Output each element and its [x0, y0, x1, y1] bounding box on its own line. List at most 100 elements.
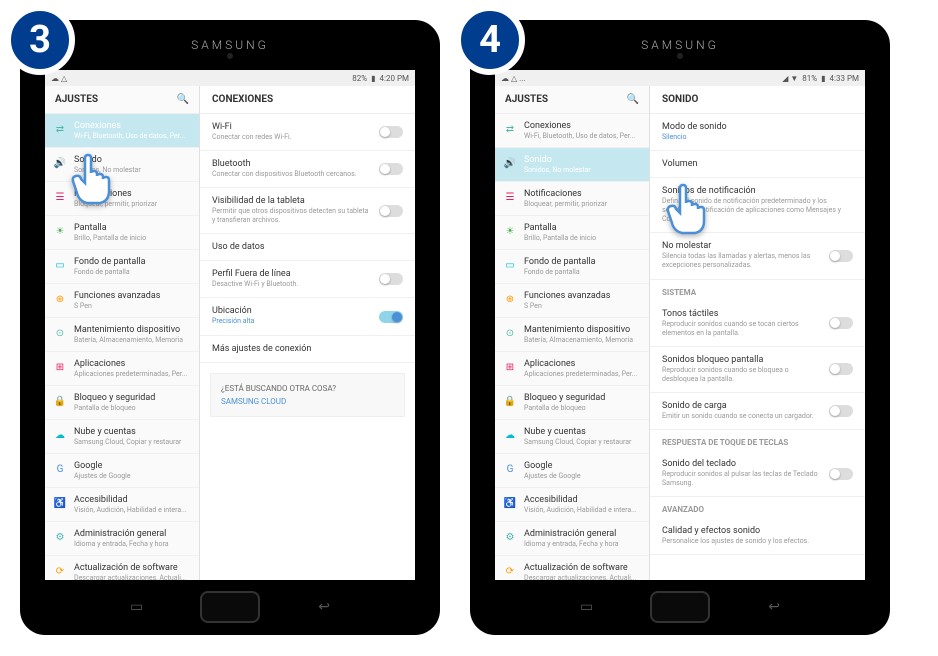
toggle-switch[interactable] [379, 126, 403, 138]
detail-item-más-ajustes-de-conexión[interactable]: Más ajustes de conexión [200, 336, 415, 363]
detail-item-ubicación[interactable]: UbicaciónPrecisión alta [200, 298, 415, 335]
sidebar-item-bloqueo-y-seguridad[interactable]: 🔒 Bloqueo y seguridad Pantalla de bloque… [45, 386, 199, 420]
detail-item-no-molestar[interactable]: No molestarSilencia todas las llamadas y… [650, 233, 865, 279]
menu-item-title: Google [74, 461, 191, 471]
sidebar-item-aplicaciones[interactable]: ⊞ Aplicaciones Aplicaciones predetermina… [45, 352, 199, 386]
detail-item-visibilidad-de-la-tableta[interactable]: Visibilidad de la tabletaPermitir que ot… [200, 188, 415, 234]
menu-text: Pantalla Brillo, Pantalla de inicio [74, 223, 191, 242]
menu-icon: ⚙ [503, 530, 517, 544]
menu-text: Bloqueo y seguridad Pantalla de bloqueo [524, 393, 641, 412]
menu-icon: 🔒 [503, 394, 517, 408]
menu-text: Funciones avanzadas S Pen [524, 291, 641, 310]
sidebar-item-pantalla[interactable]: ☀ Pantalla Brillo, Pantalla de inicio [45, 216, 199, 250]
toggle-switch[interactable] [829, 250, 853, 262]
detail-item-modo-de-sonido[interactable]: Modo de sonidoSilencio [650, 114, 865, 151]
nav-back-icon[interactable]: ↩ [768, 599, 780, 615]
detail-item-wi-fi[interactable]: Wi-FiConectar con redes Wi-Fi. [200, 114, 415, 151]
detail-item-sonidos-de-notificación[interactable]: Sonidos de notificaciónDefina el sonido … [650, 178, 865, 233]
detail-item-sonido-del-teclado[interactable]: Sonido del tecladoReproducir sonidos al … [650, 451, 865, 497]
menu-item-title: Conexiones [74, 121, 191, 131]
detail-item-tonos-táctiles[interactable]: Tonos táctilesReproducir sonidos cuando … [650, 301, 865, 347]
detail-item-calidad-y-efectos-sonido[interactable]: Calidad y efectos sonidoPersonalice los … [650, 518, 865, 555]
sidebar-item-mantenimiento-dispositivo[interactable]: ⊙ Mantenimiento dispositivo Batería, Alm… [495, 318, 649, 352]
menu-icon: ⟳ [53, 564, 67, 578]
status-right: 82% ▮ 4:20 PM [352, 74, 409, 83]
promo-link[interactable]: SAMSUNG CLOUD [221, 397, 394, 406]
nav-back-icon[interactable]: ↩ [318, 599, 330, 615]
menu-item-title: Mantenimiento dispositivo [74, 325, 191, 335]
sidebar-item-mantenimiento-dispositivo[interactable]: ⊙ Mantenimiento dispositivo Batería, Alm… [45, 318, 199, 352]
detail-header: SONIDO [650, 86, 865, 114]
toggle-switch[interactable] [829, 363, 853, 375]
detail-sub: Reproducir sonidos cuando se bloquea o d… [662, 366, 821, 384]
status-right: ◢ ▼ 81% ▮ 4:33 PM [782, 74, 859, 83]
detail-item-perfil-fuera-de-línea[interactable]: Perfil Fuera de líneaDesactive Wi-Fi y B… [200, 261, 415, 298]
status-bar: ☁ △ ... ◢ ▼ 81% ▮ 4:33 PM [495, 70, 865, 86]
detail-title: Ubicación [212, 306, 371, 316]
menu-icon: ⚙ [53, 530, 67, 544]
detail-item-uso-de-datos[interactable]: Uso de datos [200, 234, 415, 261]
sidebar-item-funciones-avanzadas[interactable]: ⊕ Funciones avanzadas S Pen [45, 284, 199, 318]
menu-icon: ⊕ [503, 292, 517, 306]
menu-text: Funciones avanzadas S Pen [74, 291, 191, 310]
sidebar-item-nube-y-cuentas[interactable]: ☁ Nube y cuentas Samsung Cloud, Copiar y… [45, 420, 199, 454]
sidebar-item-funciones-avanzadas[interactable]: ⊕ Funciones avanzadas S Pen [495, 284, 649, 318]
sidebar-item-bloqueo-y-seguridad[interactable]: 🔒 Bloqueo y seguridad Pantalla de bloque… [495, 386, 649, 420]
sidebar-item-accesibilidad[interactable]: ♿ Accesibilidad Visión, Audición, Habili… [495, 488, 649, 522]
sidebar-item-administración-general[interactable]: ⚙ Administración general Idioma y entrad… [495, 522, 649, 556]
sidebar-item-notificaciones[interactable]: ☰ Notificaciones Bloquear, permitir, pri… [45, 182, 199, 216]
detail-sub: Personalice los ajustes de sonido y los … [662, 537, 853, 546]
sidebar-item-accesibilidad[interactable]: ♿ Accesibilidad Visión, Audición, Habili… [45, 488, 199, 522]
promo-box[interactable]: ¿ESTÁ BUSCANDO OTRA COSA? SAMSUNG CLOUD [210, 373, 405, 417]
detail-item-sonidos-bloqueo-pantalla[interactable]: Sonidos bloqueo pantallaReproducir sonid… [650, 347, 865, 393]
sidebar-item-actualización-de-software[interactable]: ⟳ Actualización de software Descargar ac… [45, 556, 199, 580]
sidebar-item-sonido[interactable]: 🔊 Sonido Sonidos, No molestar [495, 148, 649, 182]
sidebar-item-fondo-de-pantalla[interactable]: ▭ Fondo de pantalla Fondo de pantalla [495, 250, 649, 284]
battery-pct: 81% [802, 74, 817, 83]
sidebar-item-notificaciones[interactable]: ☰ Notificaciones Bloquear, permitir, pri… [495, 182, 649, 216]
toggle-switch[interactable] [379, 273, 403, 285]
home-button[interactable] [650, 591, 710, 623]
menu-text: Google Ajustes de Google [524, 461, 641, 480]
menu-item-title: Funciones avanzadas [74, 291, 191, 301]
toggle-switch[interactable] [829, 405, 853, 417]
menu-item-title: Pantalla [74, 223, 191, 233]
menu-item-title: Bloqueo y seguridad [74, 393, 191, 403]
sidebar-item-conexiones[interactable]: ⇄ Conexiones Wi-Fi, Bluetooth, Uso de da… [495, 114, 649, 148]
detail-item-volumen[interactable]: Volumen [650, 151, 865, 178]
toggle-switch[interactable] [829, 317, 853, 329]
menu-item-title: Administración general [74, 529, 191, 539]
toggle-switch[interactable] [379, 205, 403, 217]
menu-item-sub: Samsung Cloud, Copiar y restaurar [524, 438, 641, 446]
nav-recent-icon[interactable]: ▭ [580, 599, 593, 615]
tablet-frame: SAMSUNG ☁ △ ... ◢ ▼ 81% ▮ 4:33 PM AJUSTE… [470, 20, 890, 635]
menu-text: Pantalla Brillo, Pantalla de inicio [524, 223, 641, 242]
detail-text: Sonidos de notificaciónDefina el sonido … [662, 186, 853, 224]
nav-recent-icon[interactable]: ▭ [130, 599, 143, 615]
toggle-switch[interactable] [379, 311, 403, 323]
sidebar-item-google[interactable]: G Google Ajustes de Google [45, 454, 199, 488]
sidebar-item-aplicaciones[interactable]: ⊞ Aplicaciones Aplicaciones predetermina… [495, 352, 649, 386]
menu-item-sub: Idioma y entrada, Fecha y hora [524, 540, 641, 548]
sidebar-item-nube-y-cuentas[interactable]: ☁ Nube y cuentas Samsung Cloud, Copiar y… [495, 420, 649, 454]
detail-item-sonido-de-carga[interactable]: Sonido de cargaEmitir un sonido cuando s… [650, 393, 865, 430]
sidebar-item-actualización-de-software[interactable]: ⟳ Actualización de software Descargar ac… [495, 556, 649, 580]
menu-text: Conexiones Wi-Fi, Bluetooth, Uso de dato… [524, 121, 641, 140]
toggle-switch[interactable] [829, 468, 853, 480]
detail-item-bluetooth[interactable]: BluetoothConectar con dispositivos Bluet… [200, 151, 415, 188]
menu-icon: ♿ [53, 496, 67, 510]
menu-item-sub: Visión, Audición, Habilidad e intera... [524, 506, 641, 514]
step-badge-4: 4 [455, 5, 525, 75]
search-icon[interactable]: 🔍 [627, 94, 639, 105]
sidebar-item-pantalla[interactable]: ☀ Pantalla Brillo, Pantalla de inicio [495, 216, 649, 250]
search-icon[interactable]: 🔍 [177, 94, 189, 105]
toggle-switch[interactable] [379, 163, 403, 175]
menu-item-title: Sonido [524, 155, 641, 165]
sidebar-item-conexiones[interactable]: ⇄ Conexiones Wi-Fi, Bluetooth, Uso de da… [45, 114, 199, 148]
sidebar-item-fondo-de-pantalla[interactable]: ▭ Fondo de pantalla Fondo de pantalla [45, 250, 199, 284]
home-button[interactable] [200, 591, 260, 623]
sidebar-item-google[interactable]: G Google Ajustes de Google [495, 454, 649, 488]
sidebar-item-sonido[interactable]: 🔊 Sonido Sonidos, No molestar [45, 148, 199, 182]
sidebar-item-administración-general[interactable]: ⚙ Administración general Idioma y entrad… [45, 522, 199, 556]
menu-text: Notificaciones Bloquear, permitir, prior… [74, 189, 191, 208]
